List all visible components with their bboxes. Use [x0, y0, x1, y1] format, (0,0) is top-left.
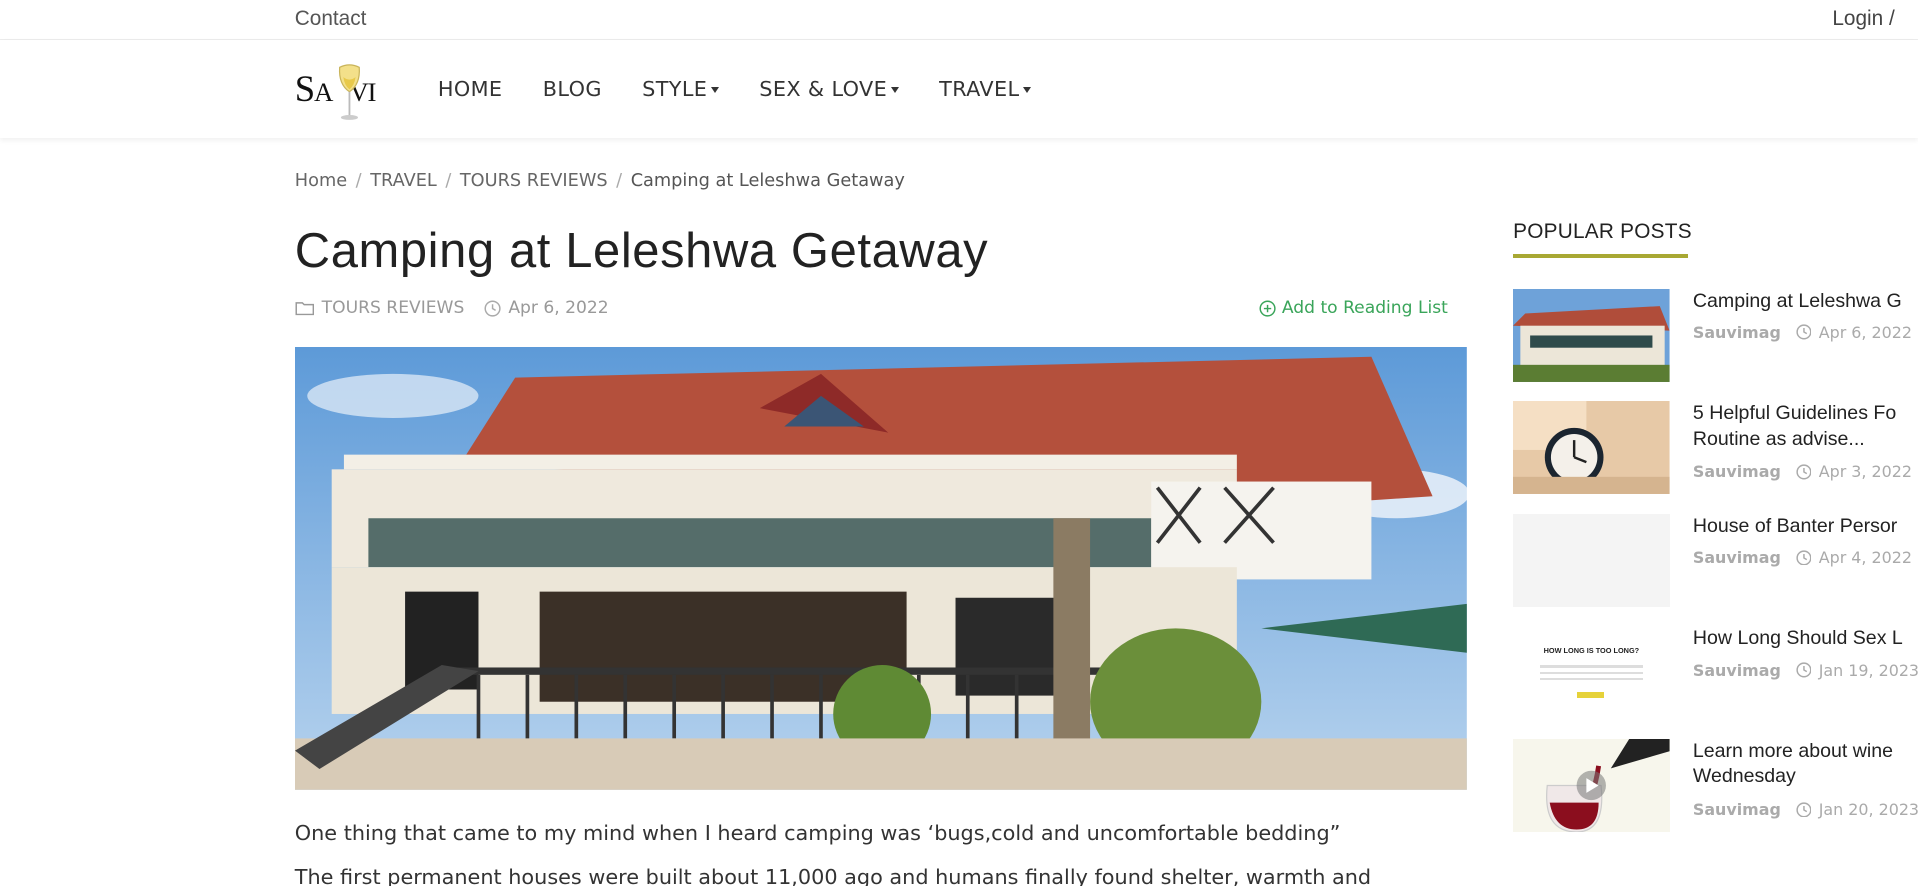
primary-nav: HOME BLOG STYLE SEX & LOVE TRAVEL [438, 77, 1072, 101]
caret-down-icon [1023, 87, 1032, 93]
nav-sex-love[interactable]: SEX & LOVE [759, 77, 899, 101]
add-to-reading-list-button[interactable]: Add to Reading List [1259, 298, 1448, 318]
clock-icon [1795, 549, 1812, 566]
post-meta: Sauvimag Apr 3, 2022 [1692, 462, 1912, 482]
clock-icon [1795, 464, 1812, 480]
breadcrumb-home[interactable]: Home [295, 171, 347, 191]
article-paragraph: The first permanent houses were built ab… [294, 864, 1372, 886]
post-title[interactable]: Camping at Leleshwa G [1693, 289, 1918, 315]
plus-circle-icon [1259, 300, 1276, 317]
clock-icon [1795, 662, 1812, 678]
thumbnail-caption: HOW LONG IS TOO LONG? [1543, 645, 1640, 655]
article-date: Apr 6, 2022 [508, 298, 609, 319]
post-meta: Sauvimag Jan 19, 2023 [1692, 660, 1918, 680]
post-title[interactable]: House of Banter Persor [1693, 514, 1918, 540]
clock-icon [1795, 324, 1812, 340]
article-meta: TOURS REVIEWS Apr 6, 2022 [295, 298, 609, 318]
nav-home[interactable]: HOME [438, 77, 503, 101]
page: Contact Login / SA VI HOME BLOG STYLE SEX… [0, 0, 1918, 886]
article-category[interactable]: TOURS REVIEWS [322, 298, 465, 318]
breadcrumb-current: Camping at Leleshwa Getaway [630, 171, 905, 192]
post-thumbnail[interactable] [1513, 401, 1670, 495]
post-title[interactable]: Learn more about wine Wednesday [1693, 739, 1918, 790]
login-link[interactable]: Login / [1832, 7, 1894, 31]
sidebar-heading-underline [1513, 254, 1688, 259]
nav-blog[interactable]: BLOG [543, 77, 602, 101]
page-title: Camping at Leleshwa Getaway [294, 223, 989, 278]
popular-posts-sidebar: POPULAR POSTS Camping at Leleshwa G Sauv… [1513, 220, 1918, 832]
clock-icon [484, 300, 501, 317]
post-meta: Sauvimag Apr 6, 2022 [1692, 322, 1912, 342]
folder-icon [295, 302, 314, 316]
post-thumbnail[interactable] [1513, 288, 1670, 382]
sidebar-heading: POPULAR POSTS [1513, 220, 1692, 244]
post-meta: Sauvimag Apr 4, 2022 [1692, 547, 1912, 567]
top-bar: Contact Login / [0, 0, 1918, 41]
breadcrumb-travel[interactable]: TRAVEL [370, 171, 437, 191]
post-title[interactable]: How Long Should Sex L [1693, 626, 1918, 652]
breadcrumb: Home / TRAVEL / TOURS REVIEWS / Camping at Lel… [294, 171, 905, 192]
article-paragraph: One thing that came to my mind when I he… [294, 820, 1341, 845]
breadcrumb-tours-reviews[interactable]: TOURS REVIEWS [460, 171, 608, 191]
caret-down-icon [890, 87, 899, 93]
hero-image [294, 347, 1467, 791]
contact-link[interactable]: Contact [295, 7, 367, 31]
clock-icon [1795, 801, 1812, 817]
caret-down-icon [710, 87, 719, 93]
hero-photo-illustration [294, 347, 1467, 791]
site-logo[interactable]: SA VI [295, 55, 395, 123]
post-thumbnail[interactable]: HOW LONG IS TOO LONG? [1513, 626, 1670, 720]
post-thumbnail[interactable] [1513, 513, 1670, 607]
post-title[interactable]: 5 Helpful Guidelines Fo Routine as advise… [1693, 401, 1918, 452]
nav-style[interactable]: STYLE [642, 77, 719, 101]
wine-glass-icon [339, 64, 361, 120]
post-meta: Sauvimag Jan 20, 2023 [1692, 799, 1918, 819]
main-navbar: SA VI HOME BLOG STYLE SEX & LOVE TRAVEL [0, 40, 1918, 139]
nav-travel[interactable]: TRAVEL [939, 77, 1032, 101]
post-thumbnail[interactable] [1513, 738, 1670, 832]
